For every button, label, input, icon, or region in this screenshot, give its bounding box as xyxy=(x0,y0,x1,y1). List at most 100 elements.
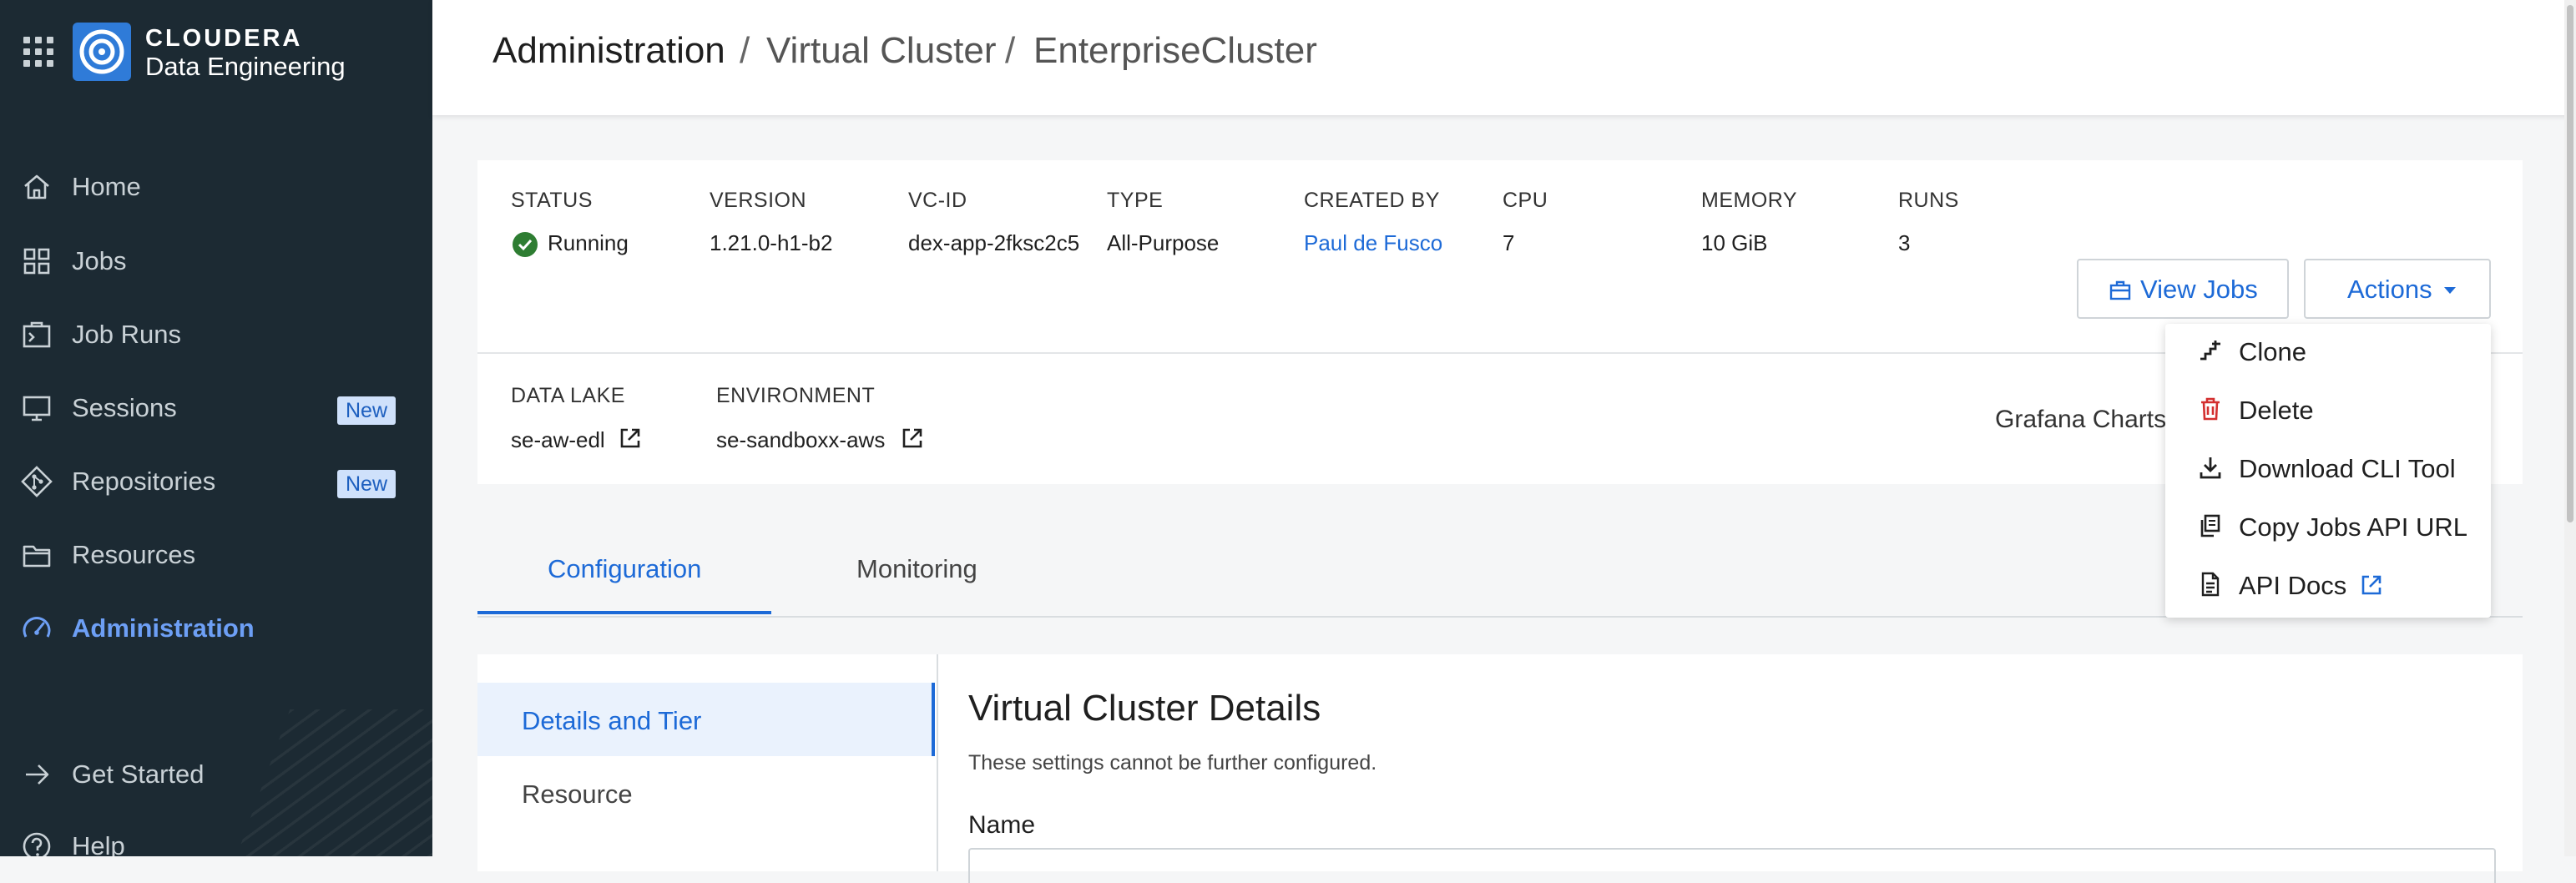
sidebar-item-sessions[interactable]: Sessions New xyxy=(0,378,432,436)
actions-label: Actions xyxy=(2347,275,2432,304)
download-icon xyxy=(2200,457,2221,479)
new-badge: New xyxy=(337,396,396,425)
environment-label: ENVIRONMENT xyxy=(716,384,876,407)
section-subtitle: These settings cannot be further configu… xyxy=(968,751,1377,775)
sidebar-item-label: Sessions xyxy=(72,393,177,422)
breadcrumb-virtual-cluster[interactable]: Virtual Cluster xyxy=(766,30,997,72)
menu-item-api-docs[interactable]: API Docs xyxy=(2165,558,2491,616)
config-section-nav: Details and Tier Resource xyxy=(477,654,938,871)
external-link-icon[interactable] xyxy=(618,426,643,451)
tab-configuration[interactable]: Configuration xyxy=(548,554,701,584)
sidebar-item-label: Job Runs xyxy=(72,320,181,349)
memory-label: MEMORY xyxy=(1701,189,1798,212)
clone-icon xyxy=(2200,341,2220,361)
version-value: 1.21.0-h1-b2 xyxy=(710,230,833,255)
sidebar: CLOUDERA Data Engineering Home Jobs Job … xyxy=(0,0,432,856)
menu-item-copy-jobs-api-url[interactable]: Copy Jobs API URL xyxy=(2165,499,2491,558)
breadcrumb-separator: / xyxy=(1005,30,1016,71)
environment-value: se-sandboxx-aws xyxy=(716,427,886,452)
copy-icon xyxy=(2200,514,2220,537)
sidebar-item-label: Jobs xyxy=(72,246,127,275)
briefcase-icon xyxy=(2109,280,2131,300)
sidebar-item-home[interactable]: Home xyxy=(0,157,432,215)
config-nav-label: Resource xyxy=(522,780,633,809)
sidebar-item-label: Get Started xyxy=(72,759,205,789)
help-icon xyxy=(23,832,51,856)
config-nav-resource[interactable]: Resource xyxy=(477,756,935,830)
runs-value: 3 xyxy=(1898,230,1911,255)
data-lake-label: DATA LAKE xyxy=(511,384,625,407)
cpu-value: 7 xyxy=(1503,230,1515,255)
config-nav-details-and-tier[interactable]: Details and Tier xyxy=(477,683,935,756)
memory-value: 10 GiB xyxy=(1701,230,1768,255)
grid-icon xyxy=(23,248,50,275)
virtual-cluster-details-panel: Virtual Cluster Details These settings c… xyxy=(938,654,2523,883)
job-runs-icon xyxy=(23,321,51,348)
name-field[interactable] xyxy=(968,848,2496,883)
external-link-icon[interactable] xyxy=(900,426,925,451)
tab-monitoring[interactable]: Monitoring xyxy=(856,554,977,584)
sidebar-item-label: Administration xyxy=(72,613,255,643)
page-title: EnterpriseCluster xyxy=(1033,30,1317,71)
menu-item-label: Clone xyxy=(2239,337,2306,366)
vc-id-label: VC-ID xyxy=(908,189,967,212)
page-scrollbar[interactable] xyxy=(2564,0,2576,856)
type-value: All-Purpose xyxy=(1107,230,1220,255)
sidebar-item-label: Repositories xyxy=(72,467,216,496)
menu-item-label: API Docs xyxy=(2239,571,2347,600)
trash-icon xyxy=(2201,397,2220,421)
sidebar-item-label: Help xyxy=(72,831,125,856)
actions-dropdown-menu: Clone Delete Download CLI Tool Copy Jobs… xyxy=(2165,324,2491,618)
caret-down-icon xyxy=(2444,287,2456,294)
menu-item-label: Download CLI Tool xyxy=(2239,454,2456,483)
created-by-link[interactable]: Paul de Fusco xyxy=(1304,230,1442,256)
arrow-right-icon xyxy=(26,764,49,785)
scrollbar-thumb[interactable] xyxy=(2567,5,2573,522)
status-label: STATUS xyxy=(511,189,593,212)
sidebar-item-get-started[interactable]: Get Started xyxy=(0,744,432,803)
sidebar-item-label: Home xyxy=(72,172,141,201)
name-field-label: Name xyxy=(968,811,1036,839)
app-switcher-icon[interactable] xyxy=(23,37,53,67)
sidebar-item-repositories[interactable]: Repositories New xyxy=(0,452,432,510)
grafana-charts-link[interactable]: Grafana Charts xyxy=(1995,406,2166,434)
brand-name: CLOUDERA xyxy=(145,25,303,52)
sidebar-item-help[interactable]: Help xyxy=(0,816,432,856)
version-label: VERSION xyxy=(710,189,807,212)
runs-label: RUNS xyxy=(1898,189,1959,212)
monitor-icon xyxy=(23,396,51,421)
breadcrumb-administration[interactable]: Administration xyxy=(492,30,725,72)
view-jobs-label: View Jobs xyxy=(2140,275,2258,304)
actions-button[interactable]: Actions xyxy=(2304,259,2491,319)
external-link-icon xyxy=(2361,575,2382,595)
config-nav-label: Details and Tier xyxy=(522,706,702,735)
section-title: Virtual Cluster Details xyxy=(968,688,1321,729)
page-header: Administration / Virtual Cluster / Enter… xyxy=(432,0,2576,115)
check-circle-icon xyxy=(513,232,538,257)
menu-item-delete[interactable]: Delete xyxy=(2165,382,2491,441)
cloudera-logo-icon[interactable] xyxy=(72,22,132,82)
sidebar-item-job-runs[interactable]: Job Runs xyxy=(0,305,432,363)
cpu-label: CPU xyxy=(1503,189,1548,212)
created-by-label: CREATED BY xyxy=(1304,189,1440,212)
data-lake-value: se-aw-edl xyxy=(511,427,605,452)
menu-item-download-cli-tool[interactable]: Download CLI Tool xyxy=(2165,441,2491,499)
breadcrumb-separator: / xyxy=(740,30,750,71)
type-label: TYPE xyxy=(1107,189,1164,212)
new-badge: New xyxy=(337,470,396,498)
menu-item-label: Delete xyxy=(2239,396,2314,425)
view-jobs-button[interactable]: View Jobs xyxy=(2077,259,2289,319)
menu-item-label: Copy Jobs API URL xyxy=(2239,512,2467,542)
sidebar-item-label: Resources xyxy=(72,540,196,569)
brand-product: Data Engineering xyxy=(145,52,346,81)
folder-icon xyxy=(23,545,51,568)
status-value: Running xyxy=(548,230,629,255)
sidebar-item-administration[interactable]: Administration xyxy=(0,598,432,657)
menu-item-clone[interactable]: Clone xyxy=(2165,324,2491,382)
sidebar-item-jobs[interactable]: Jobs xyxy=(0,231,432,290)
document-icon xyxy=(2201,572,2220,597)
sidebar-item-resources[interactable]: Resources xyxy=(0,525,432,583)
vc-id-value: dex-app-2fksc2c5 xyxy=(908,230,1080,255)
active-tab-indicator xyxy=(477,611,771,614)
home-icon xyxy=(24,174,49,199)
